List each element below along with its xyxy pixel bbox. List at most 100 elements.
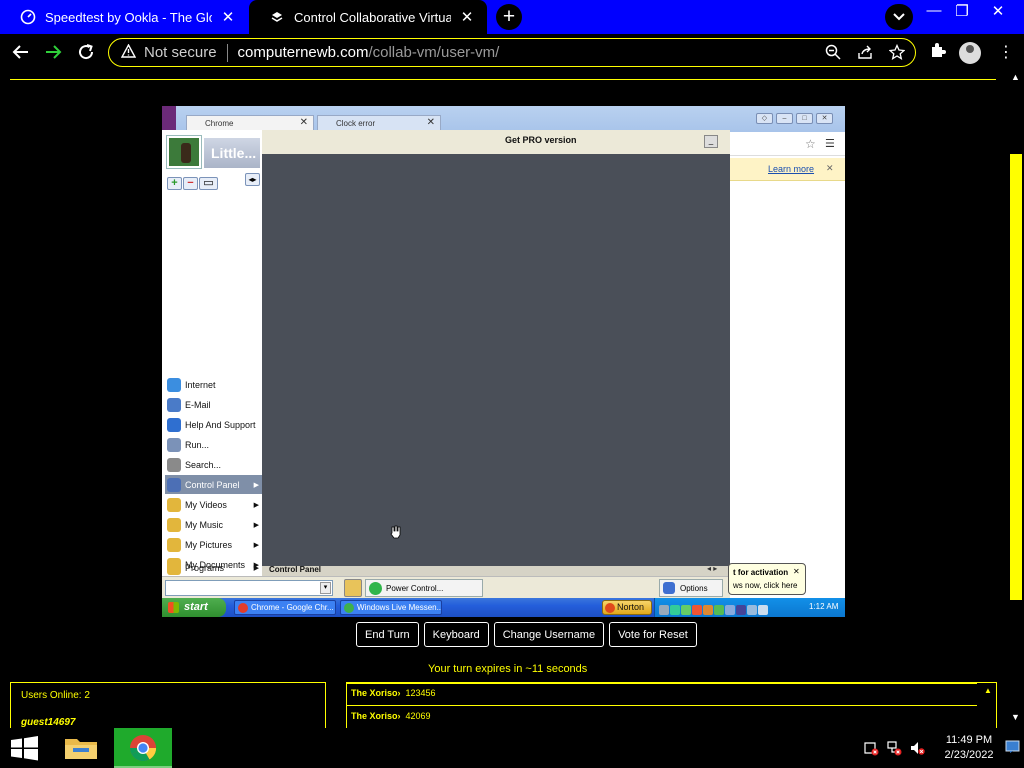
vm-screen[interactable]: Chrome ✕ Clock error ✕ ◇ – □ ✕ ☆ ☰ Learn mo… — [162, 106, 845, 617]
vm-start-button[interactable]: start — [162, 598, 226, 617]
chrome-taskbar-button[interactable] — [114, 728, 172, 768]
collapse-icon[interactable]: ◂▸ — [245, 173, 260, 186]
tray-icon[interactable] — [703, 605, 713, 615]
keyboard-button[interactable]: Keyboard — [423, 622, 489, 647]
norton-button[interactable]: Norton — [602, 600, 652, 615]
vm-controls: End Turn Keyboard Change Username Vote f… — [356, 622, 697, 647]
chat-panel[interactable]: The Xoriso› 123456 The Xoriso› 42069 ▲ — [346, 682, 997, 728]
vote-reset-button[interactable]: Vote for Reset — [609, 622, 697, 647]
star-icon[interactable]: ☆ — [805, 137, 816, 151]
vm-close-button[interactable]: ✕ — [816, 113, 833, 124]
tray-icon[interactable] — [736, 605, 746, 615]
share-icon[interactable] — [857, 44, 873, 64]
user-list-item[interactable]: guest14697 — [21, 717, 75, 728]
tray-icon[interactable] — [681, 605, 691, 615]
start-item-help[interactable]: Help And Support — [165, 415, 262, 434]
end-turn-button[interactable]: End Turn — [356, 622, 419, 647]
tray-icon[interactable] — [725, 605, 735, 615]
start-menu-status-bar — [262, 566, 730, 576]
divider — [347, 705, 977, 706]
reload-button[interactable] — [74, 40, 98, 64]
start-item-control-panel[interactable]: Control Panel ▶ — [165, 475, 262, 494]
system-clock[interactable]: 11:49 PM 2/23/2022 — [936, 733, 1002, 763]
vm-maximize-button[interactable]: □ — [796, 113, 813, 124]
address-bar[interactable]: Not secure computernewb.com/collab-vm/us… — [108, 38, 916, 67]
start-item-run[interactable]: Run... — [165, 435, 262, 454]
extensions-icon[interactable] — [929, 42, 946, 64]
start-item-email[interactable]: E-Mail — [165, 395, 262, 414]
tray-icon[interactable] — [758, 605, 768, 615]
vm-taskbar: start Chrome - Google Chr... Windows Liv… — [162, 598, 845, 617]
start-item-label: Control Panel — [185, 479, 240, 490]
activation-title: t for activation — [733, 568, 789, 577]
power-control-button[interactable]: Power Control... — [365, 579, 483, 597]
learn-more-link[interactable]: Learn more — [768, 164, 814, 174]
tray-icon[interactable] — [747, 605, 757, 615]
vm-window-controls: ◇ – □ ✕ — [756, 107, 838, 124]
close-tab-icon[interactable]: ✕ — [457, 8, 477, 26]
activation-balloon[interactable]: t for activation ws now, click here ✕ — [728, 563, 806, 595]
windows-start-icon[interactable] — [0, 728, 48, 768]
scroll-up-icon[interactable]: ▲ — [1011, 72, 1020, 82]
new-tab-button[interactable]: + — [496, 4, 522, 30]
start-item-programs[interactable]: Programs ▶ — [165, 558, 262, 577]
start-item-label: Search... — [185, 459, 222, 470]
chevron-down-icon[interactable]: ▾ — [320, 582, 331, 594]
network-icon[interactable] — [886, 740, 902, 756]
vm-user-icon[interactable]: ◇ — [756, 113, 773, 124]
volume-muted-icon[interactable] — [909, 740, 925, 756]
window-icon[interactable]: ▭ — [199, 177, 218, 190]
star-icon[interactable] — [888, 43, 906, 64]
close-icon[interactable]: ✕ — [793, 565, 800, 578]
start-item-internet[interactable]: Internet — [165, 375, 262, 394]
start-item-search[interactable]: Search... — [165, 455, 262, 474]
vm-address-bar[interactable]: ☆ ☰ — [730, 134, 845, 156]
forward-button[interactable] — [41, 40, 65, 64]
tray-icon[interactable] — [714, 605, 724, 615]
get-pro-link[interactable]: Get PRO version — [505, 135, 577, 145]
start-item-my-pictures[interactable]: My Pictures ▶ — [165, 535, 262, 554]
scroll-up-icon[interactable]: ▲ — [984, 686, 992, 695]
scrollbar-thumb[interactable] — [1010, 154, 1022, 600]
folder-button[interactable] — [344, 579, 362, 597]
windows-taskbar: 11:49 PM 2/23/2022 — [0, 728, 1024, 768]
tray-icon[interactable] — [670, 605, 680, 615]
scroll-arrows-icon[interactable]: ◂ ▸ — [707, 564, 717, 573]
vm-task-messenger[interactable]: Windows Live Messen... — [340, 600, 442, 615]
options-button[interactable]: Options — [659, 579, 723, 597]
close-icon[interactable]: ✕ — [826, 163, 834, 174]
file-explorer-icon[interactable] — [56, 728, 106, 768]
restore-window-button[interactable]: ❐ — [947, 2, 977, 20]
remove-icon[interactable]: − — [183, 177, 198, 190]
url-path: /collab-vm/user-vm/ — [368, 44, 500, 61]
tab-collabvm[interactable]: Control Collaborative Virtual Ma ✕ — [249, 0, 487, 34]
tray-icon[interactable] — [659, 605, 669, 615]
url-host: computernewb.com — [237, 44, 369, 61]
close-icon[interactable]: ✕ — [300, 117, 308, 128]
close-tab-icon[interactable]: ✕ — [218, 8, 238, 26]
vm-minimize-button[interactable]: – — [776, 113, 793, 124]
menu-icon[interactable]: ⋮ — [998, 42, 1014, 62]
menu-icon[interactable]: ☰ — [825, 137, 835, 150]
start-item-my-videos[interactable]: My Videos ▶ — [165, 495, 262, 514]
arrow-right-icon — [46, 45, 62, 59]
notification-icon[interactable] — [1005, 740, 1020, 754]
start-item-my-music[interactable]: My Music ▶ — [165, 515, 262, 534]
tab-speedtest[interactable]: Speedtest by Ookla - The Global ✕ — [0, 0, 248, 34]
vm-task-chrome[interactable]: Chrome - Google Chr... — [234, 600, 336, 615]
back-button[interactable] — [9, 40, 33, 64]
scroll-down-icon[interactable]: ▼ — [1011, 712, 1020, 722]
minimize-window-button[interactable]: — — [919, 2, 949, 19]
add-icon[interactable]: + — [167, 177, 182, 190]
zoom-icon[interactable] — [825, 44, 841, 64]
start-item-label: Help And Support — [185, 419, 256, 430]
close-window-button[interactable]: ✕ — [983, 2, 1013, 20]
tray-icon[interactable] — [692, 605, 702, 615]
minimize-button[interactable]: _ — [704, 135, 718, 148]
start-search-input[interactable]: ▾ — [165, 580, 333, 596]
change-username-button[interactable]: Change Username — [493, 622, 605, 647]
security-alert-icon[interactable] — [863, 740, 879, 756]
tab-search-button[interactable] — [885, 4, 913, 30]
close-icon[interactable]: ✕ — [427, 117, 435, 128]
profile-avatar[interactable] — [959, 42, 981, 64]
